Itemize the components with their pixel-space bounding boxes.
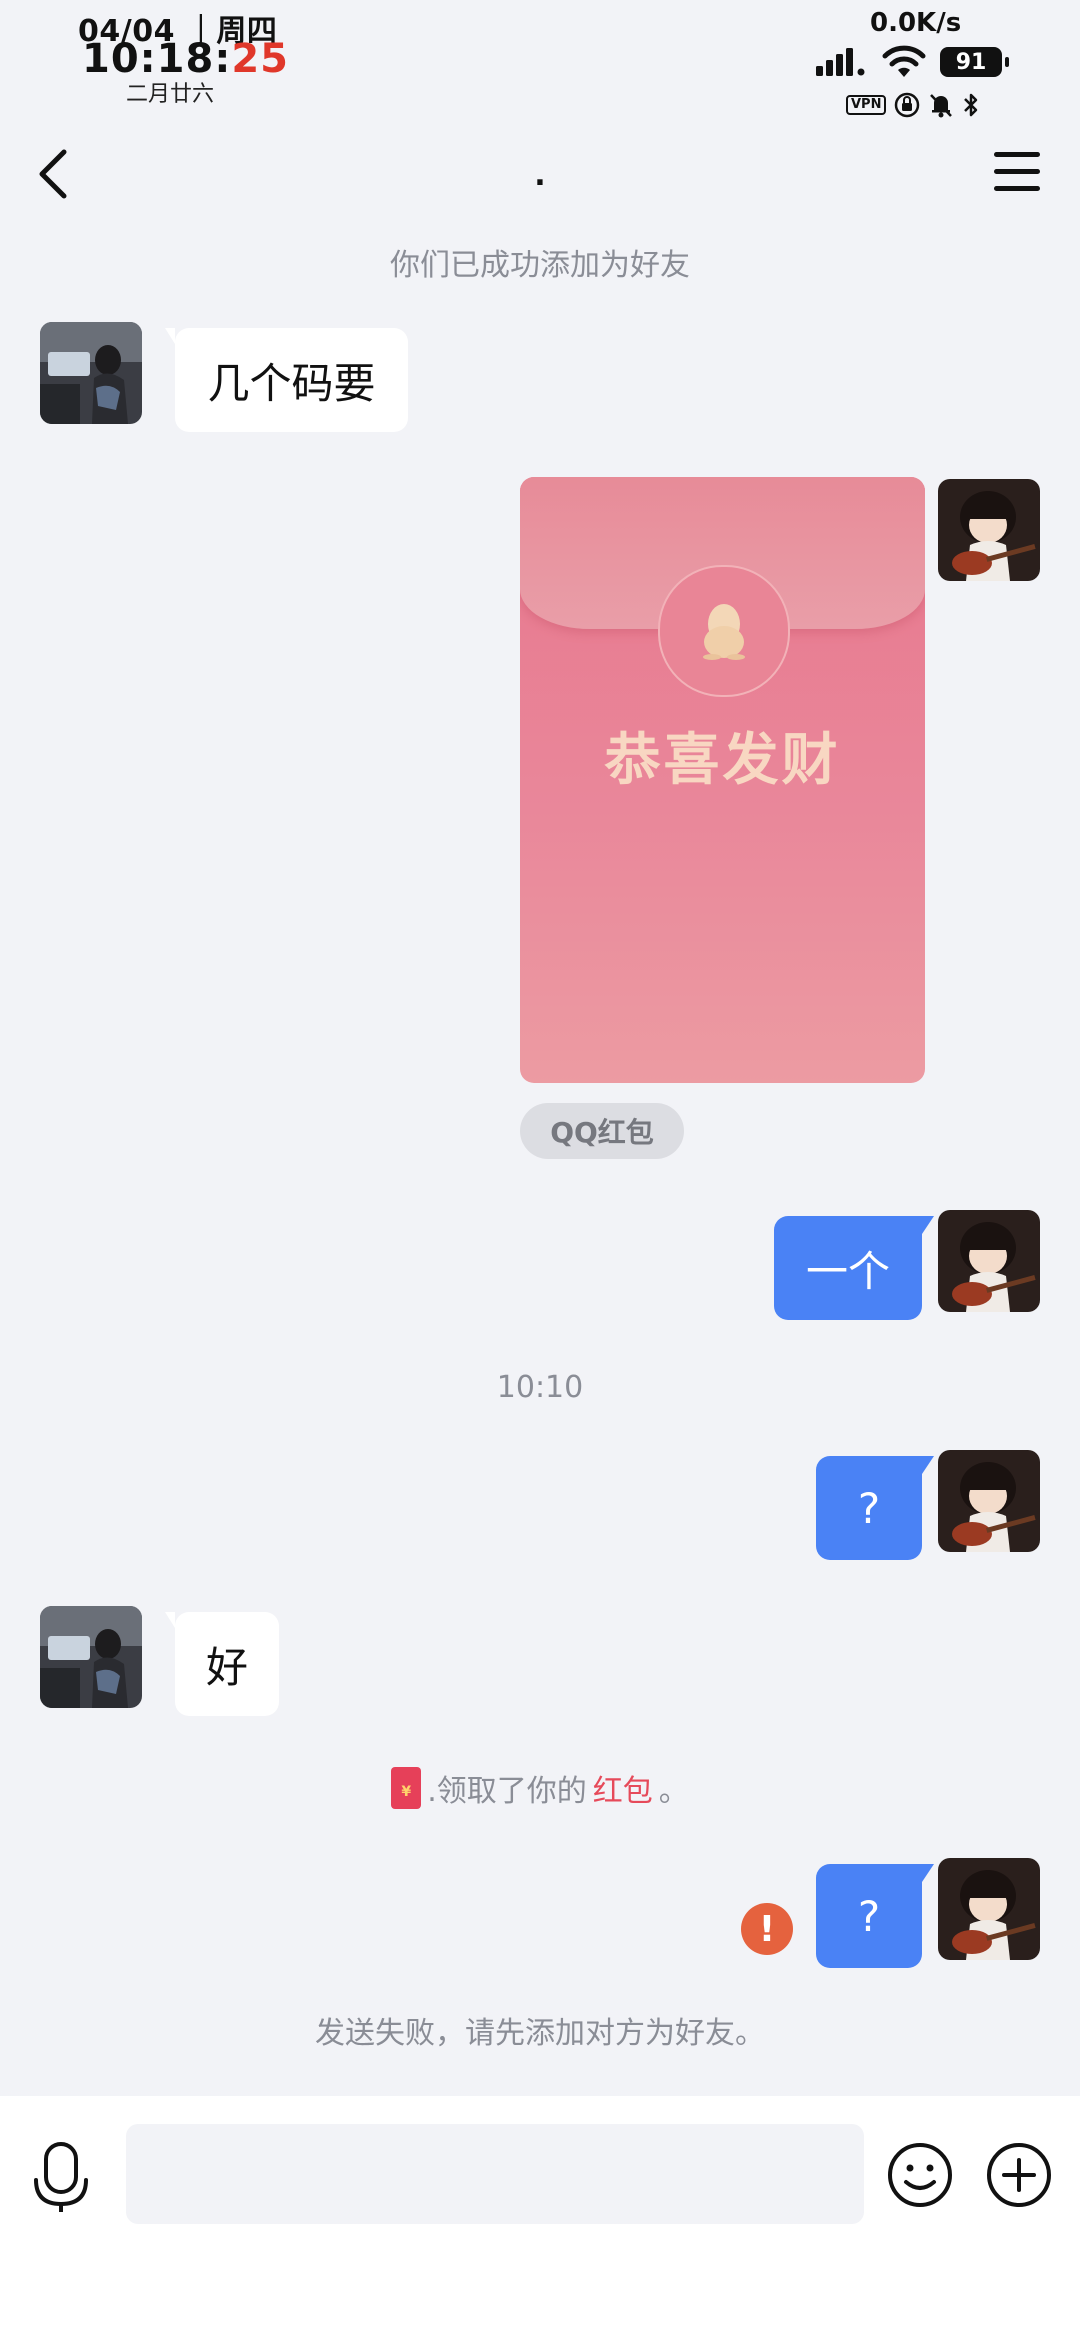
red-packet-tag: QQ红包: [520, 1103, 684, 1159]
wifi-icon: [882, 45, 926, 77]
voice-button[interactable]: [32, 2140, 90, 2214]
notice-prefix: .领取了你的: [427, 1774, 587, 1809]
time-separator: 10:10: [496, 1370, 584, 1405]
my-avatar-image: [938, 479, 1040, 581]
status-net-speed: 0.0K/s: [870, 8, 962, 38]
message-bubble-in[interactable]: 几个码要: [165, 328, 408, 432]
status-icons: 91: [816, 42, 1009, 82]
red-packet-icon-glyph: ¥: [401, 1784, 412, 1800]
menu-icon[interactable]: [992, 150, 1042, 194]
red-packet-coin: [658, 565, 790, 697]
signal-icon: [816, 48, 865, 76]
red-packet-claimed-notice: ¥ .领取了你的 红包。: [0, 1766, 1080, 1810]
system-message-added: 你们已成功添加为好友: [390, 248, 690, 283]
send-failed-icon[interactable]: !: [741, 1903, 793, 1955]
message-bubble-in[interactable]: 好: [165, 1612, 279, 1716]
mute-bell-icon: [930, 94, 953, 118]
my-avatar[interactable]: [938, 479, 1040, 581]
vpn-icon: VPN: [846, 95, 887, 115]
message-bubble-out[interactable]: ?: [816, 1864, 934, 1968]
my-avatar-image: [938, 1450, 1040, 1552]
red-packet-icon: ¥: [391, 1767, 422, 1809]
red-packet-title: 恭喜发财: [604, 728, 841, 793]
my-avatar-image: [938, 1858, 1040, 1960]
friend-avatar-image: [40, 322, 142, 424]
status-lunar-date: 二月廿六: [126, 82, 215, 107]
my-avatar[interactable]: [938, 1858, 1040, 1960]
friend-avatar[interactable]: [40, 1606, 142, 1708]
rotation-lock-icon: [895, 92, 920, 118]
message-bubble-out[interactable]: 一个: [774, 1216, 934, 1320]
red-packet-card[interactable]: 恭喜发财: [520, 477, 925, 1083]
message-bubble-out[interactable]: ?: [816, 1456, 934, 1560]
friend-avatar[interactable]: [40, 322, 142, 424]
notice-highlight-link[interactable]: 红包: [593, 1766, 653, 1810]
penguin-icon: [703, 604, 745, 660]
friend-avatar-image: [40, 1606, 142, 1708]
bluetooth-icon: [964, 93, 978, 117]
clock-seconds: 25: [231, 36, 289, 82]
status-small-icons: VPN: [846, 92, 980, 118]
my-avatar-image: [938, 1210, 1040, 1312]
battery-icon: 91: [940, 47, 1009, 77]
emoji-button[interactable]: [887, 2142, 953, 2208]
notice-suffix: 。: [658, 1774, 689, 1809]
my-avatar[interactable]: [938, 1450, 1040, 1552]
system-message-send-failed: 发送失败，请先添加对方为好友。: [315, 2016, 765, 2051]
message-input[interactable]: [126, 2124, 864, 2224]
my-avatar[interactable]: [938, 1210, 1040, 1312]
more-plus-button[interactable]: [986, 2142, 1052, 2208]
chat-title: .: [534, 158, 546, 193]
